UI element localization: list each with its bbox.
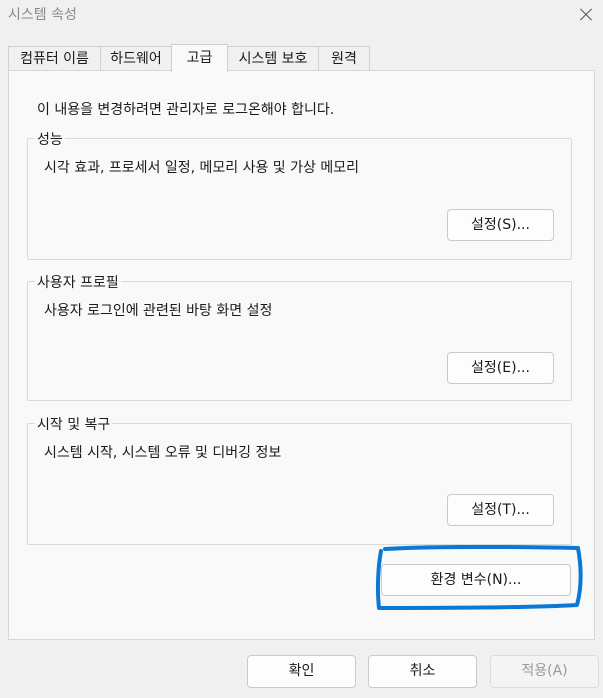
performance-group: 성능 시각 효과, 프로세서 일정, 메모리 사용 및 가상 메모리 설정(S)… <box>27 129 572 260</box>
window-title: 시스템 속성 <box>8 7 77 23</box>
apply-button: 적용(A) <box>490 655 599 688</box>
advanced-tab-panel: 이 내용을 변경하려면 관리자로 로그온해야 합니다. 성능 시각 효과, 프로… <box>8 70 595 640</box>
startup-recovery-description: 시스템 시작, 시스템 오류 및 디버깅 정보 <box>44 445 282 461</box>
close-icon[interactable] <box>577 6 595 24</box>
tab-system-protection[interactable]: 시스템 보호 <box>227 46 319 71</box>
title-bar: 시스템 속성 <box>0 0 603 32</box>
startup-recovery-group: 시작 및 복구 시스템 시작, 시스템 오류 및 디버깅 정보 설정(T)... <box>27 414 572 545</box>
user-profiles-settings-button[interactable]: 설정(E)... <box>447 352 554 384</box>
startup-recovery-settings-button[interactable]: 설정(T)... <box>447 494 554 526</box>
performance-description: 시각 효과, 프로세서 일정, 메모리 사용 및 가상 메모리 <box>44 160 359 176</box>
admin-notice: 이 내용을 변경하려면 관리자로 로그온해야 합니다. <box>37 102 335 118</box>
cancel-button[interactable]: 취소 <box>368 655 477 688</box>
tab-remote[interactable]: 원격 <box>318 46 370 71</box>
user-profiles-title: 사용자 프로필 <box>35 272 121 292</box>
ok-button[interactable]: 확인 <box>247 655 356 688</box>
user-profiles-group: 사용자 프로필 사용자 로그인에 관련된 바탕 화면 설정 설정(E)... <box>27 272 572 401</box>
tab-computer-name[interactable]: 컴퓨터 이름 <box>8 46 101 71</box>
tab-advanced[interactable]: 고급 <box>171 44 228 72</box>
environment-variables-button[interactable]: 환경 변수(N)... <box>381 564 571 596</box>
tab-hardware[interactable]: 하드웨어 <box>100 46 172 71</box>
performance-title: 성능 <box>35 129 65 149</box>
performance-settings-button[interactable]: 설정(S)... <box>447 209 554 241</box>
user-profiles-description: 사용자 로그인에 관련된 바탕 화면 설정 <box>44 303 273 319</box>
startup-recovery-title: 시작 및 복구 <box>35 414 113 434</box>
